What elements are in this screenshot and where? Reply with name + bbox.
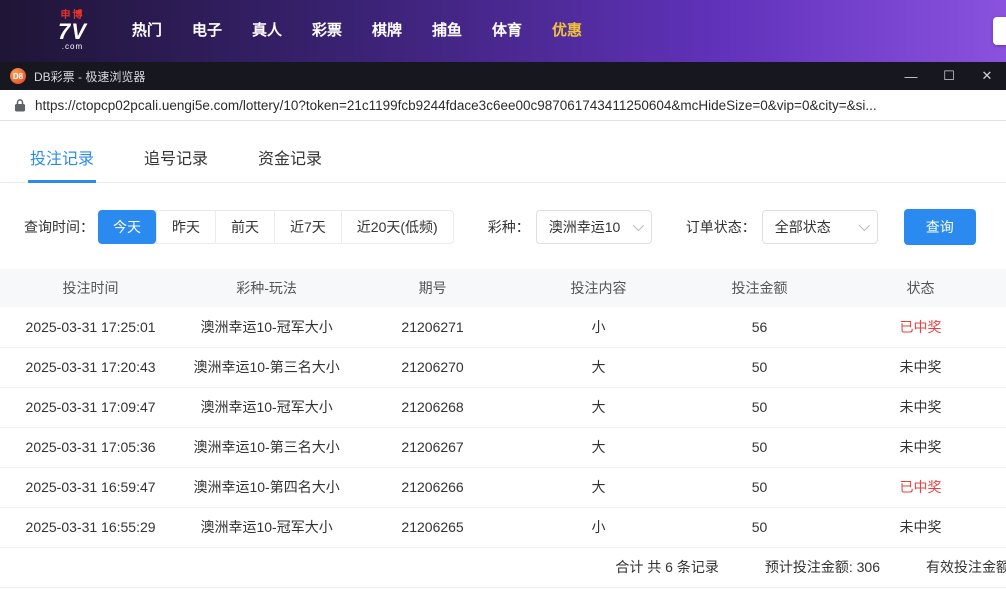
- address-bar[interactable]: https://ctopcp02pcali.uengi5e.com/lotter…: [0, 90, 1006, 121]
- cell-issue: 21206267: [352, 427, 514, 468]
- cell-issue: 21206268: [352, 387, 514, 428]
- cell-game: 澳洲幸运10-第三名大小: [181, 347, 353, 388]
- browser-title-bar: D8 DB彩票 - 极速浏览器 — ☐ ✕: [0, 62, 1006, 90]
- url-text[interactable]: https://ctopcp02pcali.uengi5e.com/lotter…: [35, 98, 877, 113]
- time-option-today[interactable]: 今天: [98, 210, 156, 244]
- lottery-select[interactable]: 澳洲幸运10: [535, 210, 652, 244]
- status-cell: 未中奖: [834, 507, 1006, 548]
- time-option-20days[interactable]: 近20天(低频): [340, 211, 453, 243]
- cell-game: 澳洲幸运10-第三名大小: [181, 427, 353, 468]
- status-cell: 已中奖: [834, 467, 1006, 508]
- cell-game: 澳洲幸运10-冠军大小: [181, 387, 353, 428]
- cell-amount: 50: [684, 507, 835, 548]
- col-header-issue: 期号: [352, 269, 514, 307]
- cell-content: 大: [513, 347, 685, 388]
- table-row[interactable]: 2025-03-31 16:59:47 澳洲幸运10-第四名大小 2120626…: [0, 467, 1006, 508]
- table-header-row: 投注时间 彩种-玩法 期号 投注内容 投注金额 状态: [0, 269, 1006, 307]
- browser-app-icon: D8: [10, 68, 26, 84]
- cell-bet-time: 2025-03-31 17:09:47: [0, 387, 182, 428]
- status-cell: 未中奖: [834, 427, 1006, 468]
- nav-item-promo[interactable]: 优惠: [537, 0, 597, 62]
- cell-amount: 50: [684, 347, 835, 388]
- query-button[interactable]: 查询: [903, 209, 976, 245]
- site-logo[interactable]: 申博 7V .com: [58, 11, 87, 51]
- cell-issue: 21206271: [352, 307, 514, 348]
- logo-sub-text: .com: [61, 42, 84, 51]
- nav-item-live[interactable]: 真人: [237, 0, 297, 62]
- time-range-group: 今天 昨天 前天 近7天 近20天(低频): [98, 210, 454, 244]
- time-option-2days-ago[interactable]: 前天: [215, 211, 274, 243]
- nav-item-fishing[interactable]: 捕鱼: [417, 0, 477, 62]
- minimize-button[interactable]: —: [892, 62, 930, 90]
- cell-amount: 56: [684, 307, 835, 348]
- cell-content: 小: [513, 507, 685, 548]
- table-row[interactable]: 2025-03-31 16:55:29 澳洲幸运10-冠军大小 21206265…: [0, 507, 1006, 548]
- tab-bet-records[interactable]: 投注记录: [28, 133, 97, 183]
- summary-expected: 预计投注金额: 306: [764, 559, 880, 575]
- order-status-select[interactable]: 全部状态: [761, 210, 878, 244]
- summary-valid: 有效投注金额: [926, 559, 1006, 575]
- record-tabs: 投注记录 追号记录 资金记录: [0, 133, 1006, 183]
- cell-issue: 21206266: [352, 467, 514, 508]
- window-controls: — ☐ ✕: [892, 62, 1006, 90]
- nav-item-sports[interactable]: 体育: [477, 0, 537, 62]
- site-top-bar: 申博 7V .com 热门 电子 真人 彩票 棋牌 捕鱼 体育 优惠: [0, 0, 1006, 62]
- time-option-yesterday[interactable]: 昨天: [156, 211, 215, 243]
- close-button[interactable]: ✕: [968, 62, 1006, 90]
- time-filter-label: 查询时间：: [24, 219, 94, 235]
- logo-main-text: 7V: [58, 19, 87, 44]
- chevron-down-icon: [858, 219, 870, 232]
- cell-content: 小: [513, 307, 685, 348]
- cell-bet-time: 2025-03-31 16:55:29: [0, 507, 182, 548]
- col-header-status: 状态: [834, 269, 1006, 307]
- tab-chase-records[interactable]: 追号记录: [142, 133, 210, 182]
- cell-bet-time: 2025-03-31 17:20:43: [0, 347, 182, 388]
- nav-item-slots[interactable]: 电子: [177, 0, 237, 62]
- col-header-bet-time: 投注时间: [0, 269, 182, 307]
- time-option-7days[interactable]: 近7天: [274, 211, 341, 243]
- cell-bet-time: 2025-03-31 17:25:01: [0, 307, 182, 348]
- status-cell: 未中奖: [834, 347, 1006, 388]
- cell-amount: 50: [684, 387, 835, 428]
- table-row[interactable]: 2025-03-31 17:20:43 澳洲幸运10-第三名大小 2120627…: [0, 347, 1006, 388]
- table-row[interactable]: 2025-03-31 17:05:36 澳洲幸运10-第三名大小 2120626…: [0, 427, 1006, 468]
- cell-game: 澳洲幸运10-冠军大小: [181, 307, 353, 348]
- nav-item-lottery[interactable]: 彩票: [297, 0, 357, 62]
- lottery-filter-label: 彩种：: [487, 219, 530, 235]
- window-title: DB彩票 - 极速浏览器: [34, 69, 146, 84]
- col-header-content: 投注内容: [513, 269, 685, 307]
- cell-amount: 50: [684, 467, 835, 508]
- col-header-amount: 投注金额: [684, 269, 835, 307]
- table-row[interactable]: 2025-03-31 17:25:01 澳洲幸运10-冠军大小 21206271…: [0, 307, 1006, 348]
- order-status-value: 全部状态: [774, 219, 831, 235]
- cell-issue: 21206265: [352, 507, 514, 548]
- col-header-game-play: 彩种-玩法: [181, 269, 353, 307]
- order-status-label: 订单状态：: [685, 219, 756, 235]
- cell-bet-time: 2025-03-31 16:59:47: [0, 467, 182, 508]
- table-row[interactable]: 2025-03-31 17:09:47 澳洲幸运10-冠军大小 21206268…: [0, 387, 1006, 428]
- maximize-button[interactable]: ☐: [930, 62, 968, 90]
- cell-amount: 50: [684, 427, 835, 468]
- main-nav: 热门 电子 真人 彩票 棋牌 捕鱼 体育 优惠: [117, 0, 597, 62]
- filter-bar: 查询时间： 今天 昨天 前天 近7天 近20天(低频) 彩种： 澳洲幸运10 订…: [0, 209, 1006, 245]
- cell-issue: 21206270: [352, 347, 514, 388]
- cell-bet-time: 2025-03-31 17:05:36: [0, 427, 182, 468]
- bet-records-table: 投注时间 彩种-玩法 期号 投注内容 投注金额 状态 2025-03-31 17…: [0, 269, 1006, 548]
- summary-bar: 合计 共 6 条记录 预计投注金额: 306 有效投注金额: [0, 548, 1006, 588]
- cell-game: 澳洲幸运10-第四名大小: [181, 467, 353, 508]
- tab-fund-records[interactable]: 资金记录: [256, 133, 324, 182]
- lottery-select-value: 澳洲幸运10: [548, 219, 621, 235]
- cell-content: 大: [513, 427, 685, 468]
- cell-game: 澳洲幸运10-冠军大小: [181, 507, 353, 548]
- nav-item-hot[interactable]: 热门: [117, 0, 177, 62]
- cell-content: 大: [513, 387, 685, 428]
- status-cell: 未中奖: [834, 387, 1006, 428]
- cell-content: 大: [513, 467, 685, 508]
- chevron-down-icon: [632, 219, 644, 232]
- summary-total: 合计 共 6 条记录: [615, 559, 719, 575]
- nav-item-cards[interactable]: 棋牌: [357, 0, 417, 62]
- lock-icon: [14, 98, 26, 112]
- floating-widget[interactable]: [993, 17, 1006, 45]
- status-cell: 已中奖: [834, 307, 1006, 348]
